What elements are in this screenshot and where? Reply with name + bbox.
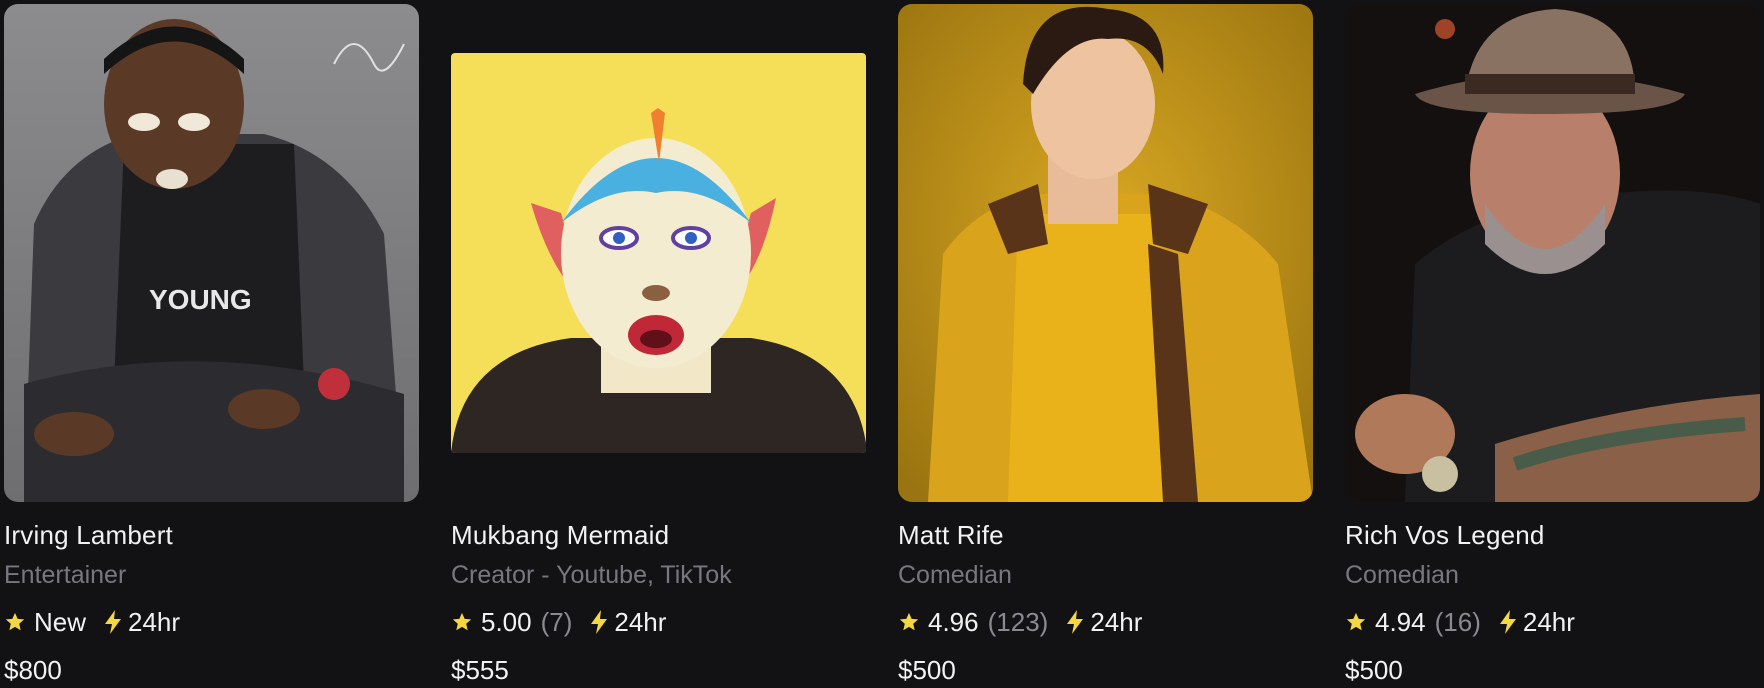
lightning-icon xyxy=(1499,610,1516,634)
talent-info: Mukbang Mermaid Creator - Youtube, TikTo… xyxy=(451,520,866,685)
lightning-icon xyxy=(105,610,122,634)
svg-text:YOUNG: YOUNG xyxy=(149,284,252,315)
talent-name[interactable]: Irving Lambert xyxy=(4,520,419,550)
talent-meta: 5.00 (7) 24hr xyxy=(451,607,866,637)
response-time: 24hr xyxy=(128,606,181,637)
response-time: 24hr xyxy=(1090,606,1143,637)
talent-price: $800 xyxy=(4,655,62,685)
response-time: 24hr xyxy=(1522,606,1575,637)
talent-photo[interactable] xyxy=(451,53,866,453)
response-time: 24hr xyxy=(614,606,667,637)
review-count: (123) xyxy=(987,606,1049,637)
talent-price: $500 xyxy=(1345,655,1403,685)
talent-photo-wrapper: YOUNG xyxy=(4,4,419,502)
talent-meta: 4.96 (123) 24hr xyxy=(898,607,1313,637)
talent-card-rich-vos-legend[interactable]: Rich Vos Legend Comedian 4.94 (16) 24hr … xyxy=(1345,4,1760,688)
star-icon xyxy=(1346,612,1366,631)
talent-photo-wrapper xyxy=(451,4,866,502)
rating-value: New xyxy=(34,606,87,637)
lightning-icon xyxy=(591,610,608,634)
talent-category: Comedian xyxy=(898,561,1012,589)
talent-info: Rich Vos Legend Comedian 4.94 (16) 24hr … xyxy=(1345,520,1760,685)
talent-card-matt-rife[interactable]: Matt Rife Comedian 4.96 (123) 24hr $500 xyxy=(898,4,1313,688)
talent-meta: New 24hr xyxy=(4,607,419,637)
talent-price: $555 xyxy=(451,655,509,685)
talent-price: $500 xyxy=(898,655,956,685)
review-count: (16) xyxy=(1434,606,1481,637)
rating-value: 5.00 xyxy=(481,606,532,637)
talent-photo[interactable] xyxy=(898,4,1313,502)
talent-name[interactable]: Matt Rife xyxy=(898,520,1313,550)
rating-value: 4.96 xyxy=(928,606,979,637)
talent-info: Irving Lambert Entertainer New 24hr $800 xyxy=(4,520,419,685)
talent-meta: 4.94 (16) 24hr xyxy=(1345,607,1760,637)
talent-photo-wrapper xyxy=(898,4,1313,502)
talent-info: Matt Rife Comedian 4.96 (123) 24hr $500 xyxy=(898,520,1313,685)
talent-grid: YOUNG Irving Lambert Entertainer New 24h… xyxy=(4,4,1764,688)
talent-name[interactable]: Rich Vos Legend xyxy=(1345,520,1760,550)
talent-photo-wrapper xyxy=(1345,4,1760,502)
star-icon xyxy=(5,612,25,631)
talent-card-irving-lambert[interactable]: YOUNG Irving Lambert Entertainer New 24h… xyxy=(4,4,419,688)
talent-photo[interactable]: YOUNG xyxy=(4,4,419,502)
star-icon xyxy=(452,612,472,631)
talent-category: Comedian xyxy=(1345,561,1459,589)
talent-category: Creator - Youtube, TikTok xyxy=(451,561,732,589)
rating-value: 4.94 xyxy=(1375,606,1426,637)
talent-photo[interactable] xyxy=(1345,4,1760,502)
review-count: (7) xyxy=(540,606,573,637)
talent-name[interactable]: Mukbang Mermaid xyxy=(451,520,866,550)
lightning-icon xyxy=(1067,610,1084,634)
talent-card-mukbang-mermaid[interactable]: Mukbang Mermaid Creator - Youtube, TikTo… xyxy=(451,4,866,688)
star-icon xyxy=(899,612,919,631)
talent-category: Entertainer xyxy=(4,561,127,589)
